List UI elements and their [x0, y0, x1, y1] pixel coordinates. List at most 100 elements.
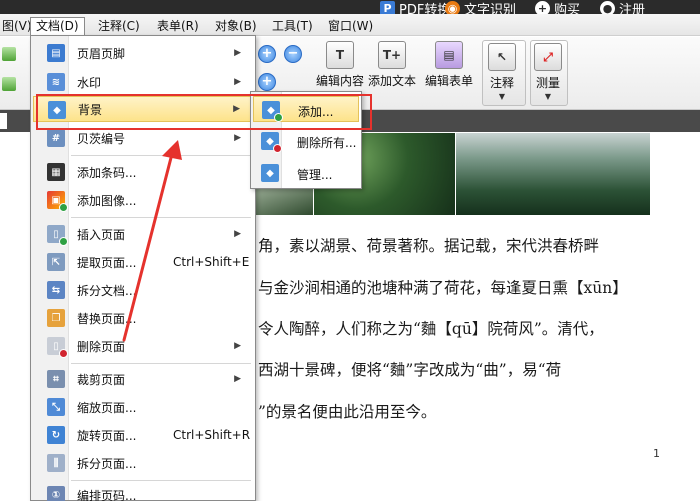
menu-item-crop-page[interactable]: ⌗ 裁剪页面 ▶ [33, 366, 253, 392]
menu-item-label: 替换页面... [77, 311, 137, 326]
menu-annotate[interactable]: 注释(C) [93, 17, 145, 35]
insert-page-icon: ▯ [47, 225, 68, 246]
edit-form-icon: ▤ [435, 41, 463, 69]
chevron-right-icon: ▶ [234, 48, 241, 58]
edit-form-button[interactable]: ▤ 编辑表单 [425, 41, 473, 89]
menu-item-delete-page[interactable]: ▯ 删除页面 ▶ [33, 333, 253, 359]
menu-item-background[interactable]: ◆ 背景 ▶ [33, 96, 253, 122]
annotate-label: 注释 [489, 76, 514, 90]
menu-document[interactable]: 文档(D) [30, 17, 85, 35]
submenu-item-label: 删除所有... [297, 136, 357, 150]
chevron-right-icon: ▶ [234, 341, 241, 351]
edit-content-button[interactable]: T 编辑内容 [316, 41, 364, 89]
menu-item-label: 缩放页面... [77, 400, 137, 415]
menu-item-split-page[interactable]: ⫼ 拆分页面... [33, 450, 253, 476]
zoom-add-icon[interactable]: + [258, 73, 276, 91]
chevron-right-icon: ▶ [234, 229, 241, 239]
menu-item-insert-page[interactable]: ▯ 插入页面 ▶ [33, 221, 253, 247]
submenu-item-label: 管理... [297, 168, 333, 182]
menu-item-rotate-page[interactable]: ↻ 旋转页面... Ctrl+Shift+R [33, 422, 253, 448]
submenu-item-label: 添加... [298, 105, 334, 119]
menu-item-label: 插入页面 [77, 227, 126, 242]
menu-item-shortcut: Ctrl+Shift+E [173, 255, 250, 269]
document-menu: ▤ 页眉页脚 ▶ ≋ 水印 ▶ ◆ 背景 ▶ # 贝茨编号 ▶ ▦ 添加条码..… [30, 35, 256, 501]
annotate-group[interactable]: ↖ 注释 ▼ [482, 40, 526, 106]
chevron-right-icon: ▶ [234, 133, 241, 143]
submenu-item-remove-all[interactable]: ◆ 删除所有... [253, 128, 359, 154]
annotate-cursor-icon: ↖ [488, 43, 516, 71]
submenu-item-add[interactable]: ◆ 添加... [253, 96, 359, 122]
background-submenu: ◆ 添加... ◆ 删除所有... ◆ 管理... [250, 91, 362, 189]
paragraph-line-4: 西湖十景碑，便将“麯”字改成为“曲”，易“荷 [258, 361, 562, 379]
menu-item-label: 拆分页面... [77, 456, 137, 471]
add-text-button[interactable]: T+ 添加文本 [368, 41, 416, 89]
add-text-label: 添加文本 [368, 74, 417, 88]
menu-item-label: 删除页面 [77, 339, 126, 354]
menu-item-header-footer[interactable]: ▤ 页眉页脚 ▶ [33, 40, 253, 66]
background-icon: ◆ [48, 101, 66, 119]
edit-content-icon: T [326, 41, 354, 69]
menu-item-label: 添加图像... [77, 193, 137, 208]
menu-item-label: 贝茨编号 [77, 131, 126, 146]
chevron-down-icon: ▼ [544, 92, 552, 101]
menu-item-label: 添加条码... [77, 165, 137, 180]
chevron-right-icon: ▶ [233, 104, 240, 114]
paragraph-line-5: ”的景名便由此沿用至今。 [258, 403, 437, 421]
edit-content-label: 编辑内容 [316, 74, 365, 88]
menu-object[interactable]: 对象(B) [210, 17, 262, 35]
menu-item-add-image[interactable]: ▣ 添加图像... [33, 187, 253, 213]
lotus-photo-3 [456, 133, 650, 215]
paragraph-line-3: 令人陶醉，人们称之为“麯【qū】院荷风”。清代， [258, 320, 604, 338]
menu-item-shortcut: Ctrl+Shift+R [173, 428, 251, 442]
paragraph-line-1: 角，素以湖景、荷景著称。据记载，宋代洪春桥畔 [258, 237, 600, 255]
menu-item-extract-page[interactable]: ⇱ 提取页面... Ctrl+Shift+E [33, 249, 253, 275]
barcode-icon: ▦ [47, 163, 65, 181]
crop-icon: ⌗ [47, 370, 65, 388]
menu-form[interactable]: 表单(R) [152, 17, 204, 35]
menu-item-scale-page[interactable]: ⤡ 缩放页面... [33, 394, 253, 420]
menu-item-replace-page[interactable]: ❐ 替换页面... [33, 305, 253, 331]
measure-ruler-icon: ⤢ [534, 43, 562, 71]
watermark-icon: ≋ [47, 73, 65, 91]
remove-background-icon: ◆ [261, 132, 282, 153]
submenu-item-manage[interactable]: ◆ 管理... [253, 160, 359, 186]
menu-bar: 图(V) 文档(D) 注释(C) 表单(R) 对象(B) 工具(T) 窗口(W) [0, 14, 700, 36]
menu-item-label: 水印 [77, 75, 102, 90]
menu-separator [71, 155, 251, 156]
zoom-out-icon[interactable]: − [284, 45, 302, 63]
measure-group[interactable]: ⤢ 测量 ▼ [530, 40, 568, 106]
replace-page-icon: ❐ [47, 309, 65, 327]
paragraph-line-2: 与金沙涧相通的池塘种满了荷花，每逢夏日熏【xūn】 [258, 279, 628, 297]
menu-separator [71, 217, 251, 218]
measure-button[interactable]: ⤢ 测量 ▼ [534, 43, 562, 101]
menu-item-bates-numbering[interactable]: # 贝茨编号 ▶ [33, 125, 253, 151]
document-tab[interactable] [0, 113, 7, 129]
extract-page-icon: ⇱ [47, 253, 65, 271]
menu-item-add-barcode[interactable]: ▦ 添加条码... [33, 159, 253, 185]
annotate-button[interactable]: ↖ 注释 ▼ [488, 43, 516, 101]
menu-item-page-numbering[interactable]: ① 编排页码... [33, 482, 253, 501]
add-text-icon: T+ [378, 41, 406, 69]
green-tool-icon[interactable] [2, 47, 16, 61]
split-page-icon: ⫼ [47, 454, 65, 472]
scale-page-icon: ⤡ [47, 398, 65, 416]
menu-tools[interactable]: 工具(T) [267, 17, 318, 35]
menu-window[interactable]: 窗口(W) [323, 17, 378, 35]
menu-item-label: 背景 [78, 102, 103, 117]
rotate-page-icon: ↻ [47, 426, 65, 444]
menu-item-split-document[interactable]: ⇆ 拆分文档... [33, 277, 253, 303]
green-tool-icon-2[interactable] [2, 77, 16, 91]
measure-label: 测量 [535, 76, 560, 90]
zoom-in-icon[interactable]: + [258, 45, 276, 63]
menu-item-label: 提取页面... [77, 255, 137, 270]
header-footer-icon: ▤ [47, 44, 65, 62]
menu-item-label: 页眉页脚 [77, 46, 126, 61]
split-document-icon: ⇆ [47, 281, 65, 299]
page-number: 1 [653, 447, 660, 460]
bates-number-icon: # [47, 129, 65, 147]
image-icon: ▣ [47, 191, 68, 212]
menu-item-watermark[interactable]: ≋ 水印 ▶ [33, 69, 253, 95]
edit-form-label: 编辑表单 [425, 74, 474, 88]
page-number-icon: ① [47, 486, 65, 501]
add-background-icon: ◆ [262, 101, 283, 122]
